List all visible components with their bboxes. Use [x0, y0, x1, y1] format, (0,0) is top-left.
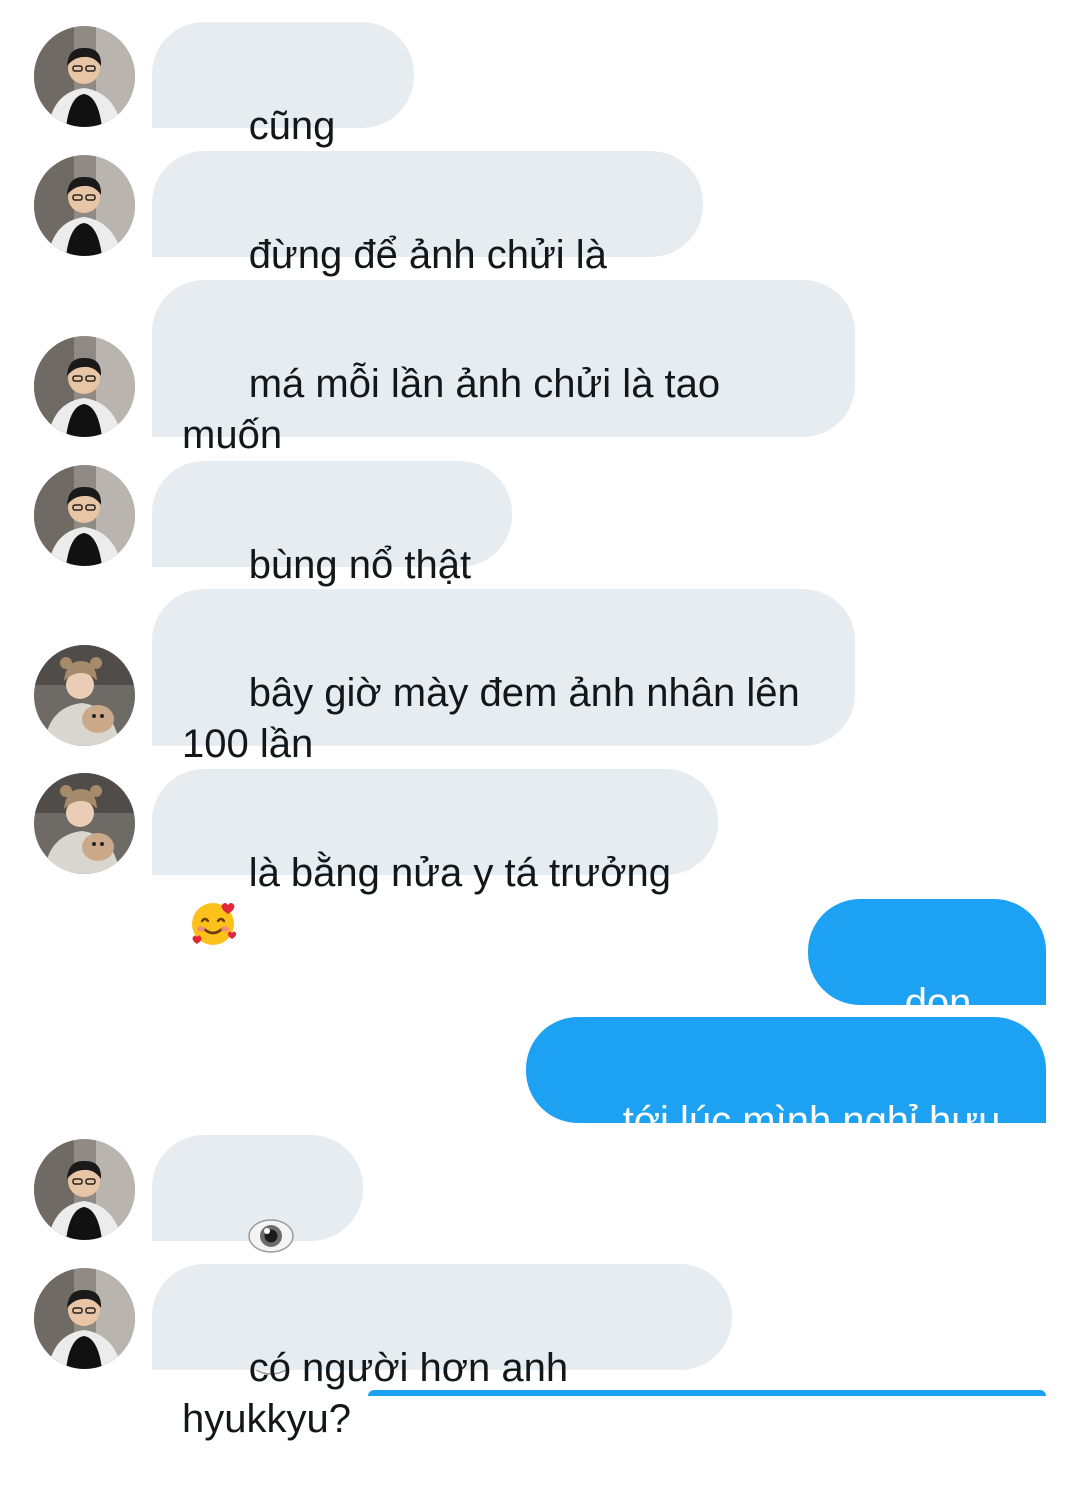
message-row: là bằng nửa y tá trưởng: [0, 769, 1080, 945]
avatar[interactable]: [34, 1139, 135, 1240]
avatar[interactable]: [34, 773, 135, 874]
message-bubble[interactable]: là bằng nửa y tá trưởng: [152, 769, 718, 945]
next-message-bubble-edge: [368, 1390, 1046, 1396]
avatar[interactable]: [34, 465, 135, 566]
avatar[interactable]: [34, 336, 135, 437]
message-bubble[interactable]: bây giờ mày đem ảnh nhân lên 100 lần: [152, 589, 855, 766]
message-bubble[interactable]: bùng nổ thật sự: [152, 461, 512, 638]
message-text: là bằng nửa y tá trưởng: [248, 851, 671, 895]
message-text: bây giờ mày đem ảnh nhân lên 100 lần: [182, 671, 800, 766]
message-bubble[interactable]: má mỗi lần ảnh chửi là tao muốn rớt nước…: [152, 280, 855, 508]
message-row: [0, 1135, 1080, 1375]
message-row: má mỗi lần ảnh chửi là tao muốn rớt nước…: [0, 280, 1080, 508]
message-bubble[interactable]: [152, 1135, 363, 1375]
message-bubble[interactable]: cũng tốt đi: [152, 22, 414, 199]
message-row: cũng tốt đi: [0, 22, 1080, 199]
message-bubble[interactable]: có người hơn anh hyukkyu?: [152, 1264, 732, 1441]
avatar[interactable]: [34, 645, 135, 746]
message-row: có người hơn anh hyukkyu?: [0, 1264, 1080, 1441]
message-thread: cũng tốt đi đừng để ảnh chửi là được: [0, 0, 1080, 1441]
message-bubble[interactable]: dọn đồ đi: [808, 899, 1046, 1076]
message-row: tới lúc mình nghỉ hưu rồi: [0, 1017, 1080, 1194]
message-row: dọn đồ đi: [0, 899, 1080, 1076]
message-row: bây giờ mày đem ảnh nhân lên 100 lần: [0, 589, 1080, 766]
message-bubble[interactable]: tới lúc mình nghỉ hưu rồi: [526, 1017, 1046, 1194]
message-bubble[interactable]: đừng để ảnh chửi là được: [152, 151, 703, 328]
message-row: bùng nổ thật sự: [0, 461, 1080, 638]
avatar[interactable]: [34, 26, 135, 127]
message-row: đừng để ảnh chửi là được: [0, 151, 1080, 328]
avatar[interactable]: [34, 155, 135, 256]
avatar[interactable]: [34, 1268, 135, 1369]
